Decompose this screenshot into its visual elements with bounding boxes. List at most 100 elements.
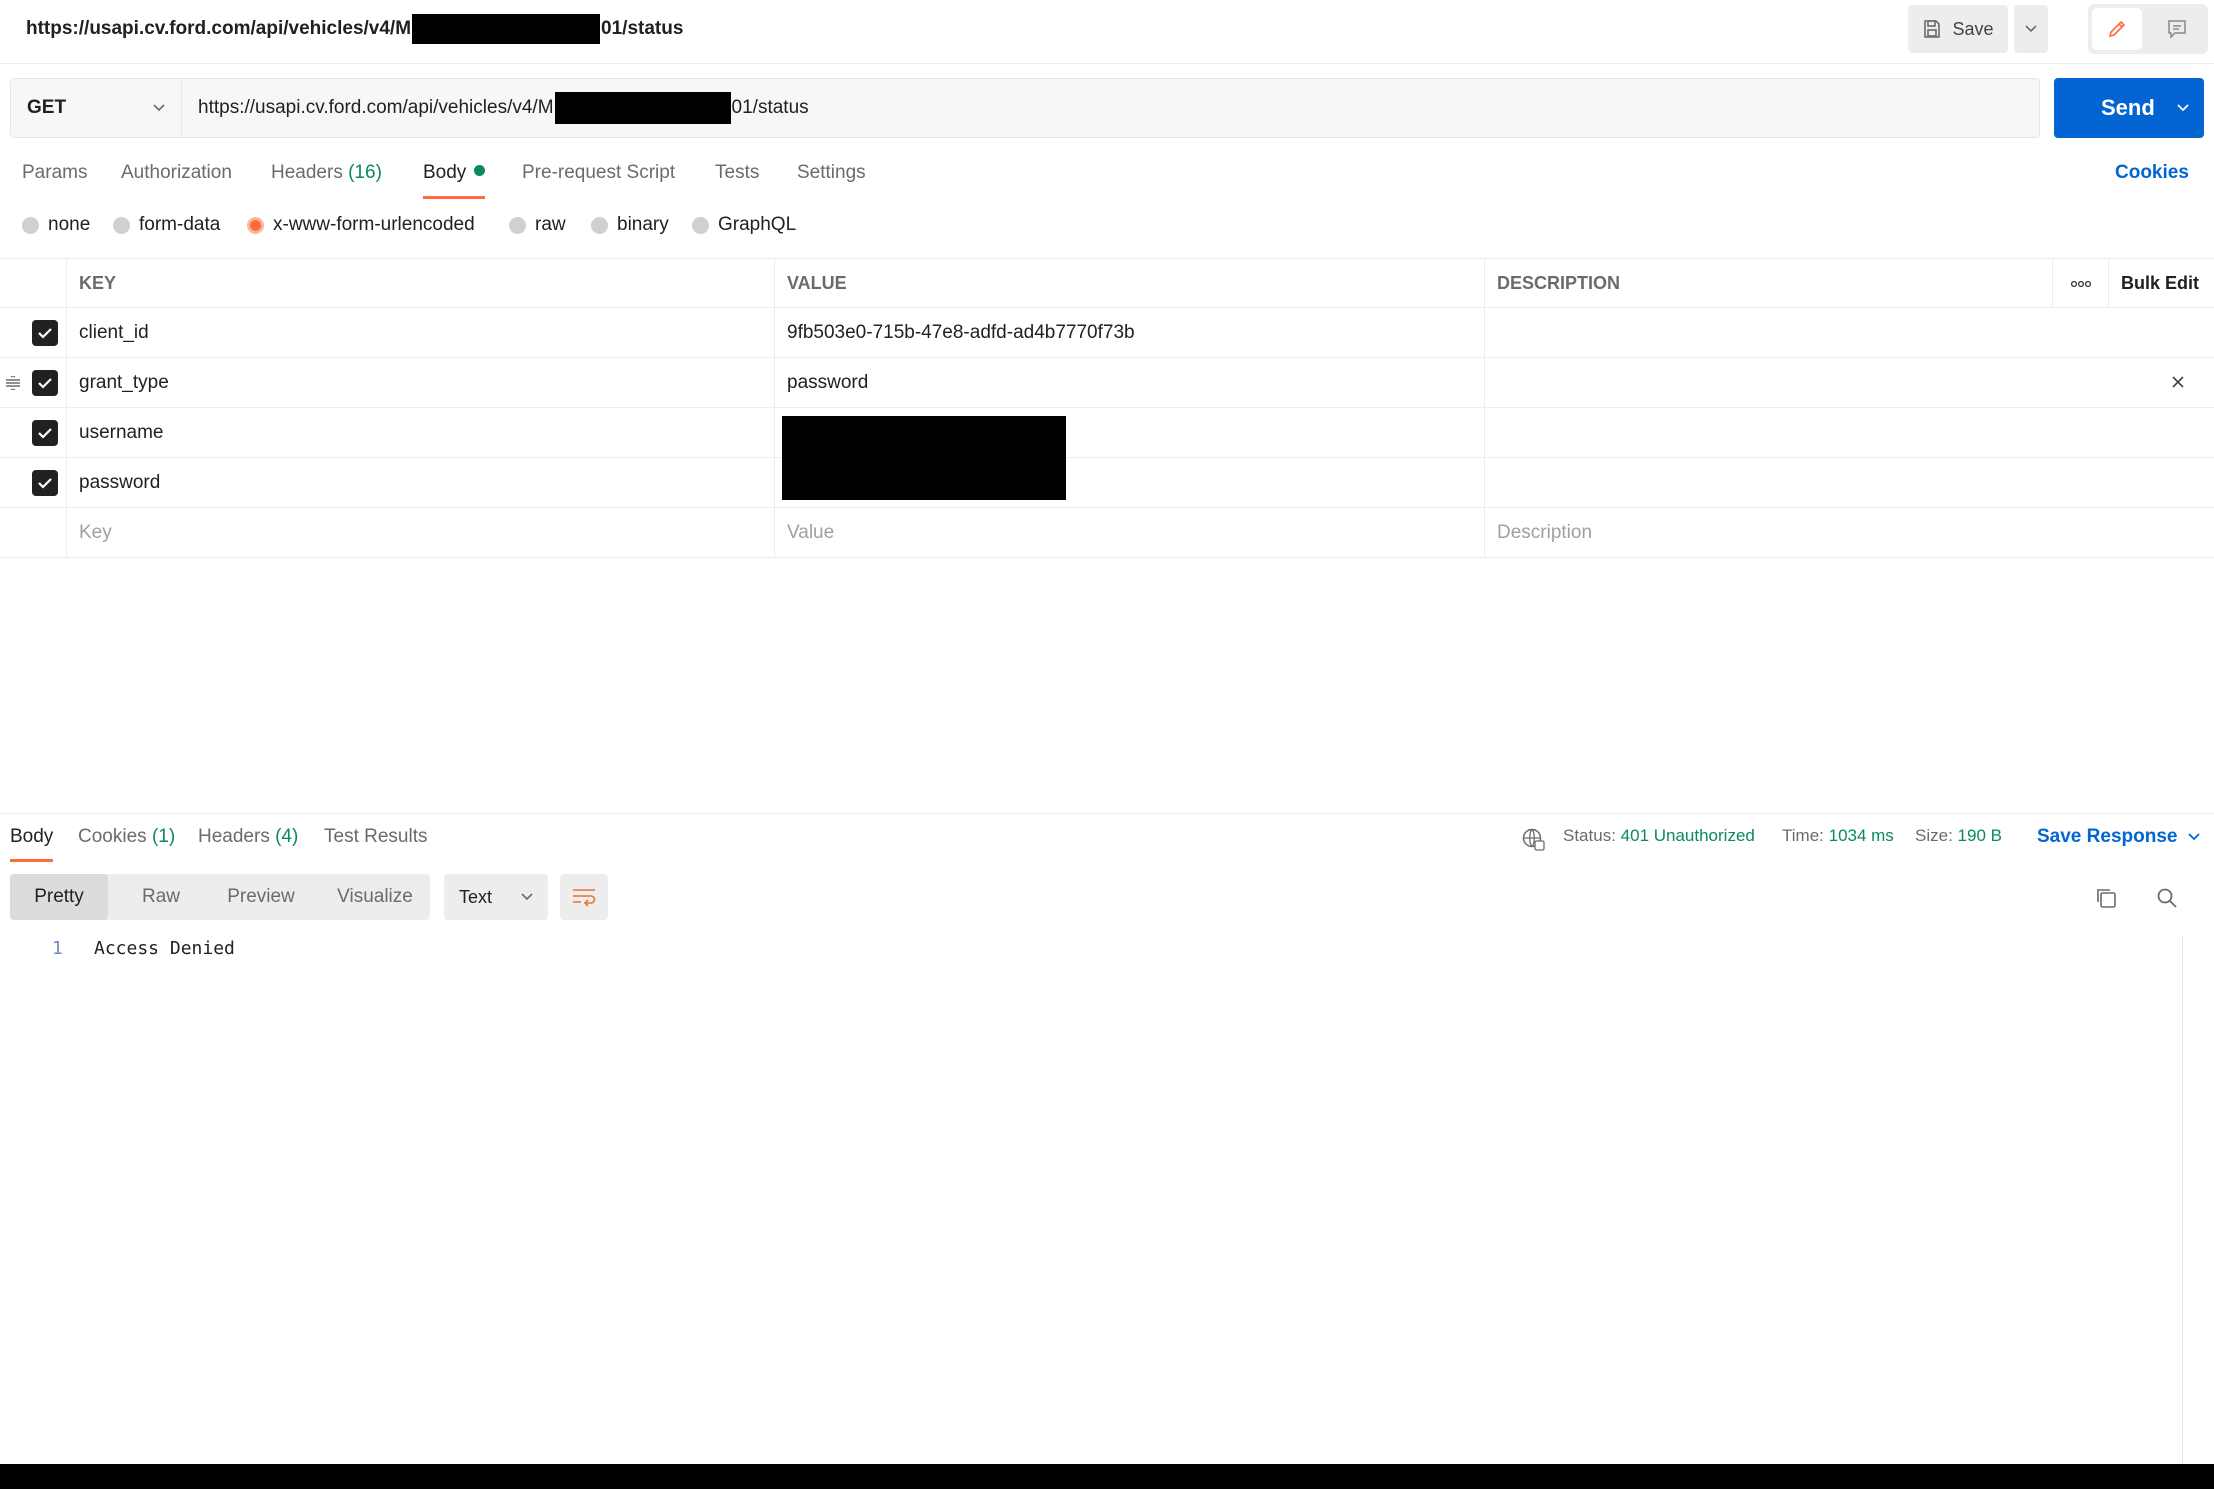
radio-form-data[interactable]: form-data xyxy=(113,214,220,236)
scrollbar[interactable] xyxy=(2182,936,2183,1464)
param-key-cell[interactable]: username xyxy=(66,408,774,457)
pencil-icon xyxy=(2108,20,2126,38)
send-button[interactable]: Send xyxy=(2054,78,2204,138)
param-key-cell[interactable]: password xyxy=(66,458,774,507)
view-preview-button[interactable]: Preview xyxy=(206,874,316,920)
tab-params[interactable]: Params xyxy=(22,162,87,184)
redaction-block xyxy=(412,14,601,44)
method-value: GET xyxy=(27,97,67,118)
tab-settings[interactable]: Settings xyxy=(797,162,866,184)
tab-tests[interactable]: Tests xyxy=(715,162,759,184)
radio-label: form-data xyxy=(139,214,221,235)
radio-raw[interactable]: raw xyxy=(509,214,566,236)
radio-dot xyxy=(113,216,130,234)
response-tab-headers[interactable]: Headers (4) xyxy=(198,826,298,848)
time-label: Time: xyxy=(1782,826,1824,845)
bulk-edit-button[interactable]: Bulk Edit xyxy=(2108,259,2214,308)
row-checkbox[interactable] xyxy=(32,420,58,446)
edit-mode-button[interactable] xyxy=(2092,8,2142,50)
param-description-cell[interactable] xyxy=(1484,458,2052,507)
save-response-button[interactable]: Save Response xyxy=(2037,826,2201,848)
format-select[interactable]: Text xyxy=(444,874,548,920)
response-body-text[interactable]: Access Denied xyxy=(94,938,235,959)
param-key-cell[interactable]: grant_type xyxy=(66,358,774,407)
headers-count: (4) xyxy=(275,826,299,847)
response-size[interactable]: Size: 190 B xyxy=(1915,826,2002,846)
tab-pre-request-script[interactable]: Pre-request Script xyxy=(522,162,675,184)
comment-icon xyxy=(2168,20,2186,39)
url-suffix: 01/status xyxy=(731,97,809,118)
response-tab-test-results[interactable]: Test Results xyxy=(324,826,427,848)
radio-x-www-form-urlencoded[interactable]: x-www-form-urlencoded xyxy=(247,214,475,236)
view-raw-button[interactable]: Raw xyxy=(122,874,200,920)
save-options-button[interactable] xyxy=(2014,5,2048,53)
param-description-cell[interactable] xyxy=(1484,408,2052,457)
param-description-cell[interactable] xyxy=(1484,358,2052,407)
request-title-prefix: https://usapi.cv.ford.com/api/vehicles/v… xyxy=(26,18,412,39)
copy-icon[interactable] xyxy=(2094,886,2118,910)
tab-headers[interactable]: Headers (16) xyxy=(271,162,382,184)
radio-label: binary xyxy=(617,214,669,235)
view-visualize-button[interactable]: Visualize xyxy=(322,874,428,920)
radio-dot xyxy=(22,216,39,234)
response-time[interactable]: Time: 1034 ms xyxy=(1782,826,1894,846)
param-key-cell[interactable]: client_id xyxy=(66,308,774,357)
new-value-input[interactable]: Value xyxy=(774,508,1484,557)
network-globe-icon[interactable] xyxy=(1521,827,1545,851)
response-status[interactable]: Status: 401 Unauthorized xyxy=(1563,826,1755,846)
new-key-input[interactable]: Key xyxy=(66,508,774,557)
cookies-count: (1) xyxy=(151,826,176,847)
drag-handle-icon[interactable] xyxy=(5,376,21,390)
column-header-key: KEY xyxy=(66,259,774,308)
body-indicator-dot xyxy=(474,165,486,176)
method-select[interactable]: GET xyxy=(10,78,182,138)
param-description-cell[interactable] xyxy=(1484,308,2052,357)
view-pretty-button[interactable]: Pretty xyxy=(10,874,108,920)
format-value: Text xyxy=(459,886,493,907)
radio-label: x-www-form-urlencoded xyxy=(273,214,475,235)
chevron-down-icon xyxy=(2188,833,2201,841)
tab-authorization[interactable]: Authorization xyxy=(121,162,232,184)
send-options-button[interactable] xyxy=(2162,78,2204,138)
response-view-toggle: Pretty Raw Preview Visualize xyxy=(10,874,430,920)
new-description-input[interactable]: Description xyxy=(1484,508,2052,557)
cookies-link[interactable]: Cookies xyxy=(2115,162,2189,184)
size-value: 190 B xyxy=(1957,826,2002,845)
row-checkbox[interactable] xyxy=(32,470,58,496)
table-row: password xyxy=(0,458,2214,508)
status-value: 401 Unauthorized xyxy=(1620,826,1755,845)
tab-label: Test Results xyxy=(324,826,428,847)
comments-button[interactable] xyxy=(2152,8,2202,50)
search-icon[interactable] xyxy=(2155,886,2179,910)
tab-label: Headers xyxy=(271,162,343,183)
request-title-suffix: 01/status xyxy=(601,18,684,39)
radio-binary[interactable]: binary xyxy=(591,214,669,236)
wrap-lines-icon xyxy=(573,889,596,907)
checkmark-icon xyxy=(38,328,52,339)
body-type-radios: none form-data x-www-form-urlencoded raw… xyxy=(0,214,1000,240)
radio-dot xyxy=(692,216,709,234)
tab-label: Pre-request Script xyxy=(522,162,676,183)
save-button[interactable]: Save xyxy=(1908,5,2008,53)
wrap-lines-button[interactable] xyxy=(560,874,608,920)
request-title[interactable]: https://usapi.cv.ford.com/api/vehicles/v… xyxy=(26,14,683,44)
table-row: client_id 9fb503e0-715b-47e8-adfd-ad4b77… xyxy=(0,308,2214,358)
tab-label: Settings xyxy=(797,162,866,183)
response-tab-cookies[interactable]: Cookies (1) xyxy=(78,826,175,848)
row-checkbox[interactable] xyxy=(32,370,58,396)
row-checkbox[interactable] xyxy=(32,320,58,346)
tab-body[interactable]: Body xyxy=(423,162,486,199)
response-tab-body[interactable]: Body xyxy=(10,826,54,862)
response-divider[interactable] xyxy=(0,813,2214,814)
save-icon xyxy=(1924,20,1941,38)
url-input[interactable]: https://usapi.cv.ford.com/api/vehicles/v… xyxy=(182,78,2040,138)
radio-none[interactable]: none xyxy=(22,214,90,236)
close-icon[interactable] xyxy=(2168,372,2188,392)
param-value-cell[interactable]: 9fb503e0-715b-47e8-adfd-ad4b7770f73b xyxy=(774,308,1484,357)
radio-graphql[interactable]: GraphQL xyxy=(692,214,796,236)
response-tabs: Body Cookies (1) Headers (4) Test Result… xyxy=(0,826,2214,866)
param-value-cell[interactable]: password xyxy=(774,358,1484,407)
send-label: Send xyxy=(2101,95,2155,120)
more-options-button[interactable] xyxy=(2052,259,2108,308)
radio-dot xyxy=(509,216,526,234)
